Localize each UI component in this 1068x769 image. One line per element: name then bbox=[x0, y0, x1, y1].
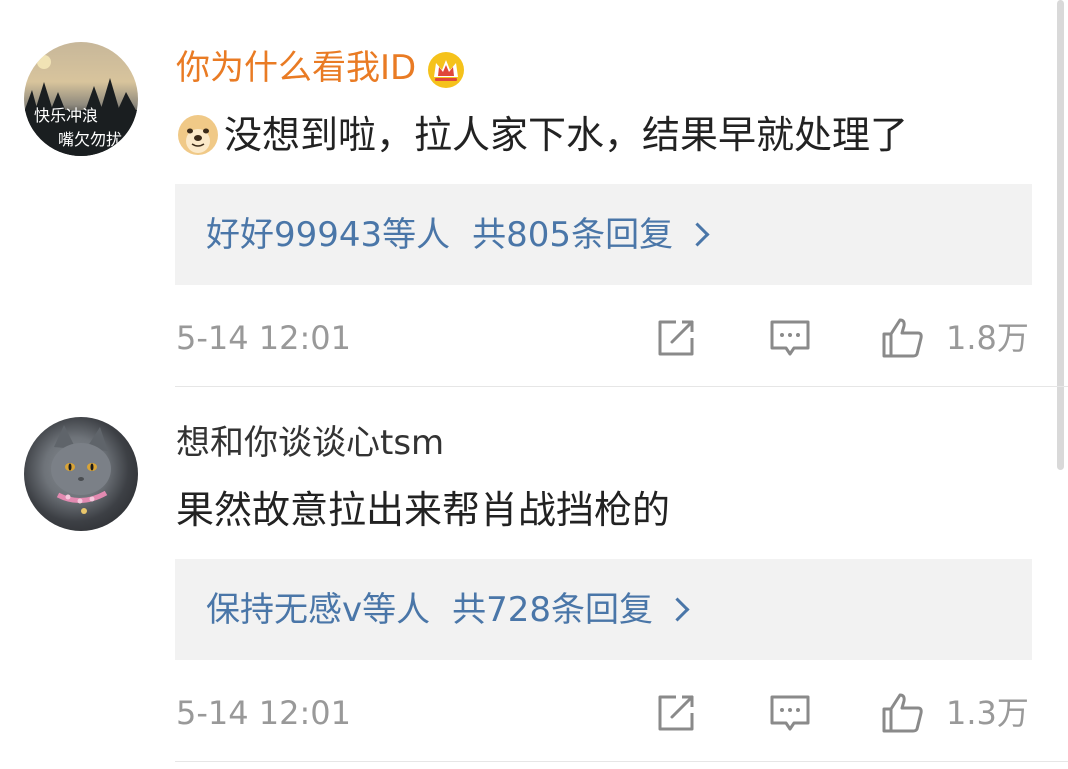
comment-body: 没想到啦，拉人家下水，结果早就处理了 bbox=[224, 113, 909, 157]
comment-text: 没想到啦，拉人家下水，结果早就处理了 bbox=[176, 110, 908, 160]
reply-link[interactable]: 好好99943等人 共805条回复 bbox=[206, 212, 710, 258]
reply-users: 好好99943等人 bbox=[206, 215, 451, 255]
like-count: 1.8万 bbox=[946, 319, 1029, 357]
like-count: 1.3万 bbox=[946, 694, 1029, 732]
divider bbox=[175, 761, 1068, 762]
avatar-caption: 嘴欠勿扰 bbox=[58, 130, 123, 149]
doge-emoji-icon bbox=[178, 114, 218, 155]
username-text: 想和你谈谈心tsm bbox=[176, 423, 445, 463]
reply-users: 保持无感v等人 bbox=[206, 590, 431, 630]
avatar[interactable] bbox=[24, 417, 138, 531]
thumbs-up-icon[interactable] bbox=[880, 691, 924, 735]
username-text: 你为什么看我ID bbox=[176, 48, 417, 88]
scrollbar[interactable] bbox=[1057, 0, 1064, 470]
comment-icon[interactable] bbox=[768, 316, 812, 360]
comment-body: 果然故意拉出来帮肖战挡枪的 bbox=[176, 488, 671, 532]
reply-link[interactable]: 保持无感v等人 共728条回复 bbox=[206, 587, 690, 633]
divider bbox=[175, 386, 1068, 387]
comment-text: 果然故意拉出来帮肖战挡枪的 bbox=[176, 485, 670, 535]
crown-icon bbox=[428, 51, 465, 88]
chevron-right-icon bbox=[685, 222, 710, 247]
chevron-right-icon bbox=[665, 597, 690, 622]
username[interactable]: 你为什么看我ID bbox=[176, 44, 466, 92]
avatar[interactable]: 快乐冲浪 嘴欠勿扰 bbox=[24, 42, 138, 156]
thumbs-up-icon[interactable] bbox=[880, 316, 924, 360]
avatar-caption: 快乐冲浪 bbox=[34, 106, 99, 125]
comment-time: 5-14 12:01 bbox=[176, 319, 352, 357]
comment-icon[interactable] bbox=[768, 691, 812, 735]
reply-count: 共728条回复 bbox=[452, 590, 654, 630]
reply-count: 共805条回复 bbox=[472, 215, 674, 255]
username[interactable]: 想和你谈谈心tsm bbox=[176, 419, 444, 467]
reply-summary[interactable]: 好好99943等人 共805条回复 bbox=[175, 184, 1032, 285]
share-icon[interactable] bbox=[654, 691, 698, 735]
share-icon[interactable] bbox=[654, 316, 698, 360]
reply-summary[interactable]: 保持无感v等人 共728条回复 bbox=[175, 559, 1032, 660]
comment-time: 5-14 12:01 bbox=[176, 694, 352, 732]
